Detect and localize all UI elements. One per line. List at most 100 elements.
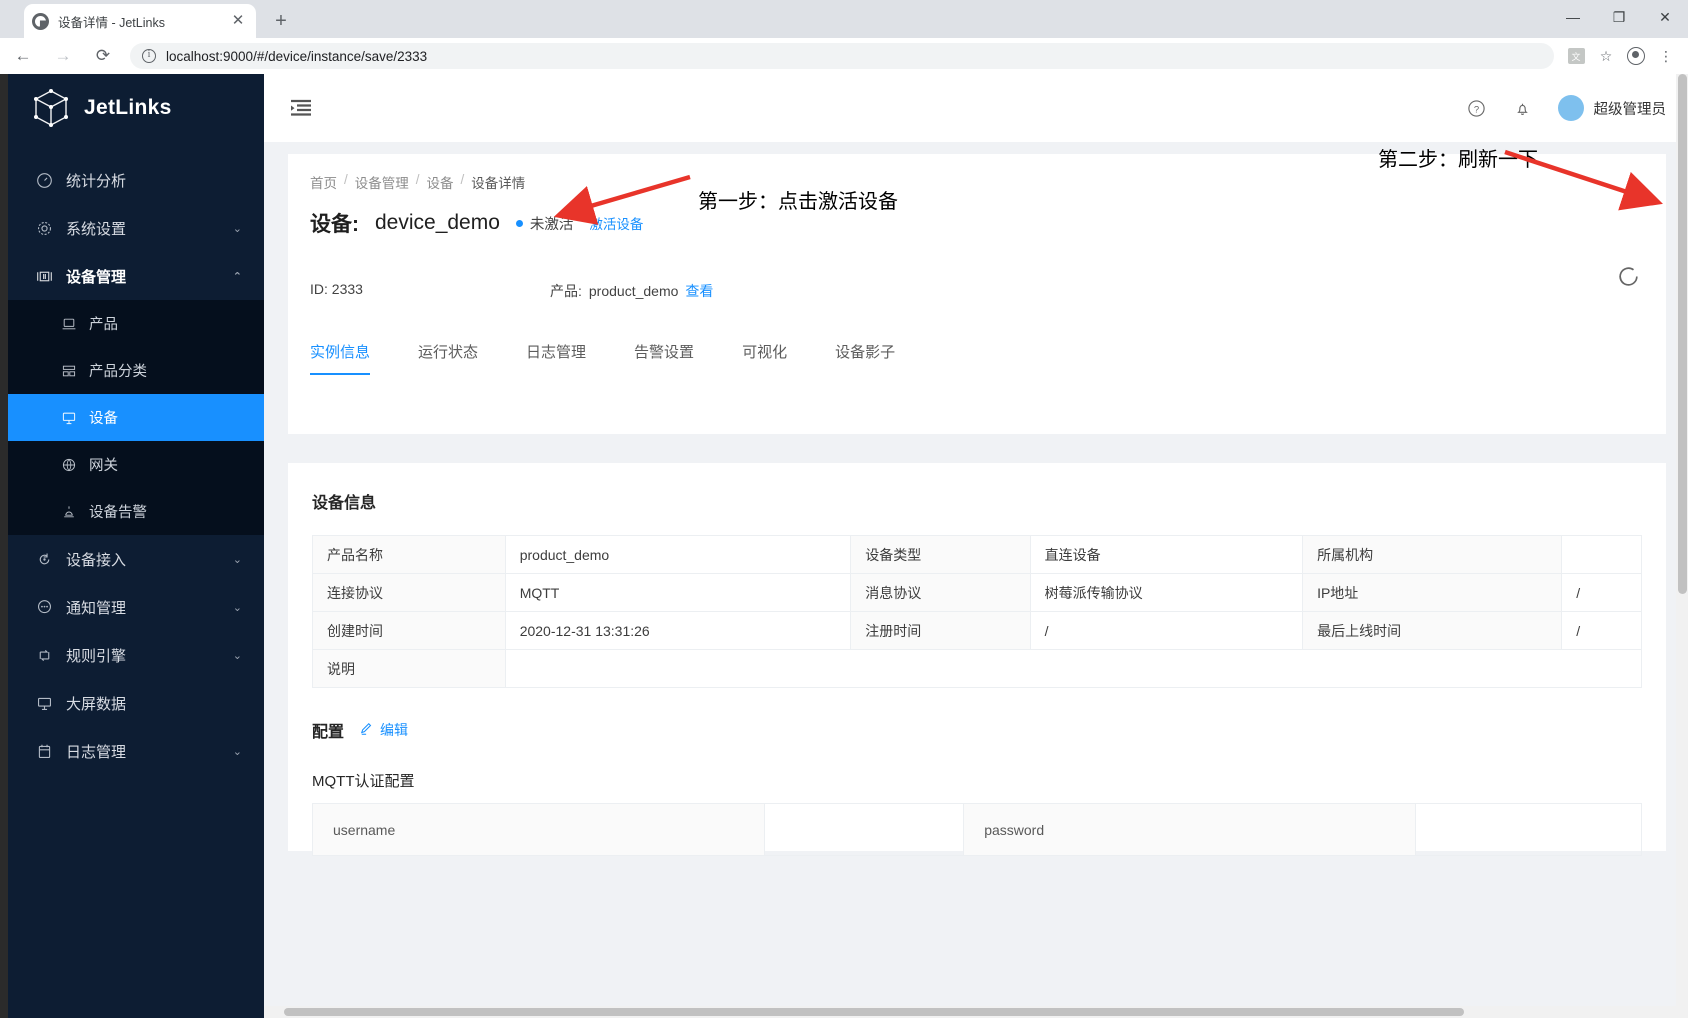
annotation-step-2: 第二步：刷新一下 [1378,149,1538,171]
site-info-icon[interactable] [142,49,156,63]
sidebar-item-device-management[interactable]: 设备管理 ⌃ [8,252,264,300]
cell-key: 最后上线时间 [1302,611,1563,650]
new-tab-button[interactable]: + [268,9,294,35]
screen-icon [34,693,54,713]
device-info-table: 产品名称 product_demo 设备类型 直连设备 所属机构 连接协议 MQ… [312,535,1643,688]
sidebar-item-label: 统计分析 [66,172,127,190]
translate-icon[interactable]: 文 [1562,42,1590,70]
sidebar-item-label: 规则引擎 [66,647,127,665]
globe-icon [60,456,78,474]
sidebar-item-rule-engine[interactable]: 规则引擎 ⌄ [8,631,264,679]
maximize-icon[interactable]: ❐ [1596,0,1642,34]
tab-log-management[interactable]: 日志管理 [526,341,586,375]
bookmark-star-icon[interactable]: ☆ [1592,42,1620,70]
sidebar-item-product[interactable]: 产品 [8,300,264,347]
screen-root: 设备详情 - JetLinks ✕ + — ❐ ✕ ← → ⟳ localhos… [0,0,1688,1018]
sidebar-item-label: 产品分类 [89,364,147,380]
mqtt-auth-table: username password [312,803,1642,856]
alarm-icon [60,503,78,521]
bell-icon[interactable] [1512,97,1534,119]
chevron-down-icon: ⌄ [232,553,242,566]
chevron-down-icon: ⌄ [232,649,242,662]
product-label: 产品: [550,283,582,299]
cell-key: 连接协议 [312,573,506,612]
profile-avatar-icon[interactable] [1622,42,1650,70]
user-name: 超级管理员 [1593,101,1667,118]
sidebar: JetLinks 统计分析 系统设置 ⌄ 设备管理 ⌃ 产品 产品分类 设备 网… [8,74,264,1018]
device-info-title: 设备信息 [312,495,377,512]
cell-value: 树莓派传输协议 [1029,573,1304,612]
refresh-icon[interactable] [1616,264,1642,290]
rule-icon [34,645,54,665]
favicon-icon [32,12,49,30]
gear-icon [34,218,54,238]
vertical-scroll-thumb[interactable] [1678,74,1687,594]
edit-config-link[interactable]: 编辑 [360,720,408,740]
product-icon [60,315,78,333]
table-row: 连接协议 MQTT 消息协议 树莓派传输协议 IP地址 / [312,573,1642,612]
window-close-icon[interactable]: ✕ [1642,0,1688,34]
sidebar-item-label: 系统设置 [66,220,127,238]
tab-visualization[interactable]: 可视化 [742,341,787,375]
breadcrumb-item-device[interactable]: 设备 [427,172,454,192]
page-tabs: 实例信息 运行状态 日志管理 告警设置 可视化 设备影子 [310,341,1644,375]
cell-key: IP地址 [1302,573,1563,612]
sidebar-item-device[interactable]: 设备 [8,394,264,441]
user-menu[interactable]: 超级管理员 [1557,95,1667,121]
browser-menu-icon[interactable]: ⋮ [1652,42,1680,70]
vertical-scrollbar[interactable] [1676,74,1688,1018]
tab-running-status[interactable]: 运行状态 [418,341,478,375]
sidebar-menu: 统计分析 系统设置 ⌄ 设备管理 ⌃ 产品 产品分类 设备 网关 设备告警 设备… [8,156,264,775]
sidebar-item-notification[interactable]: 通知管理 ⌄ [8,583,264,631]
horizontal-scroll-thumb[interactable] [284,1008,1464,1016]
product-view-link[interactable]: 查看 [685,281,713,301]
sidebar-item-label: 网关 [89,458,118,474]
cell-key: password [963,803,1417,856]
meta-row: ID: 2333 产品: product_demo 查看 [310,281,1644,301]
tab-device-shadow[interactable]: 设备影子 [835,341,895,375]
table-row: username password [312,803,1642,856]
activate-device-link[interactable]: 激活设备 [589,213,643,233]
breadcrumb-item-home[interactable]: 首页 [310,172,337,192]
product-meta: 产品: product_demo 查看 [550,281,713,301]
brand-logo[interactable]: JetLinks [8,74,264,142]
cell-value [1561,535,1642,574]
sidebar-item-label: 设备管理 [66,268,127,286]
chevron-down-icon: ⌄ [232,601,242,614]
tab-instance-info[interactable]: 实例信息 [310,341,371,375]
reload-icon[interactable]: ⟳ [86,39,120,73]
sidebar-item-product-category[interactable]: 产品分类 [8,347,264,394]
back-icon[interactable]: ← [6,39,40,73]
address-bar[interactable]: localhost:9000/#/device/instance/save/23… [130,43,1554,69]
dashboard-icon [34,170,54,190]
close-icon[interactable]: ✕ [230,13,246,29]
cell-value [763,803,965,856]
minimize-icon[interactable]: — [1550,0,1596,34]
annotation-step-1: 第一步：点击激活设备 [698,191,898,213]
sidebar-item-label: 设备告警 [89,505,147,521]
forward-icon[interactable]: → [46,39,80,73]
question-circle-icon[interactable]: ? [1466,97,1488,119]
tab-alarm-settings[interactable]: 告警设置 [634,341,694,375]
sidebar-item-bigscreen-data[interactable]: 大屏数据 [8,679,264,727]
horizontal-scrollbar[interactable] [264,1006,1676,1018]
breadcrumb: 首页 / 设备管理 / 设备 / 设备详情 [310,172,1644,192]
sidebar-item-device-access[interactable]: 设备接入 ⌄ [8,535,264,583]
device-manage-icon [34,266,54,286]
sidebar-item-system-settings[interactable]: 系统设置 ⌄ [8,204,264,252]
browser-tab[interactable]: 设备详情 - JetLinks ✕ [24,4,256,38]
sidebar-item-gateway[interactable]: 网关 [8,441,264,488]
pencil-icon [360,722,374,739]
sidebar-item-device-alarm[interactable]: 设备告警 [8,488,264,535]
page-title-label: 设备: [310,213,359,236]
breadcrumb-separator: / [344,172,348,187]
topbar-actions: ? 超级管理员 [1466,95,1688,121]
config-header: 配置 编辑 [312,718,1642,742]
sidebar-item-statistics[interactable]: 统计分析 [8,156,264,204]
menu-fold-icon[interactable] [288,95,314,121]
sidebar-item-label: 通知管理 [66,599,127,617]
breadcrumb-item-device-management[interactable]: 设备管理 [355,172,409,192]
sidebar-item-label: 产品 [89,317,118,333]
sidebar-item-log-management[interactable]: 日志管理 ⌄ [8,727,264,775]
table-row: 说明 [312,649,1643,688]
